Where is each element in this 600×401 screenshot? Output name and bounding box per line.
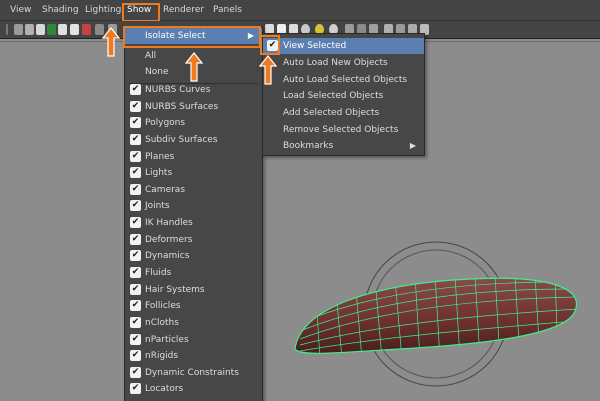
isolate-select-submenu: ✔ View Selected Auto Load New Objects Au… <box>262 33 425 156</box>
show-joints-item[interactable]: ✔ Joints <box>125 198 262 214</box>
checkmark-icon: ✔ <box>130 184 141 195</box>
show-deformers-item[interactable]: ✔ Deformers <box>125 232 262 248</box>
remove-selected-objects-item[interactable]: Remove Selected Objects <box>263 122 424 138</box>
pointer-arrow-icon <box>102 27 120 57</box>
show-hair-systems-item[interactable]: ✔ Hair Systems <box>125 282 262 298</box>
select-camera-icon[interactable] <box>14 24 23 35</box>
checkmark-icon: ✔ <box>130 167 141 178</box>
show-ncloths-item[interactable]: ✔ nCloths <box>125 315 262 331</box>
show-fluids-item[interactable]: ✔ Fluids <box>125 265 262 281</box>
view-selected-item[interactable]: ✔ View Selected <box>263 38 424 54</box>
menu-panels[interactable]: Panels <box>213 5 242 15</box>
show-menu-dropdown: Isolate Select ▶ All None ✔ NURBS Curves … <box>124 26 263 401</box>
checkmark-icon: ✔ <box>130 117 141 128</box>
auto-load-new-objects-item[interactable]: Auto Load New Objects <box>263 55 424 71</box>
checkmark-icon: ✔ <box>130 200 141 211</box>
checkmark-icon: ✔ <box>130 234 141 245</box>
checkmark-icon: ✔ <box>130 217 141 228</box>
bookmark-icon[interactable] <box>36 24 45 35</box>
checkmark-icon: ✔ <box>130 84 141 95</box>
checkmark-icon: ✔ <box>130 300 141 311</box>
show-dynamic-constraints-item[interactable]: ✔ Dynamic Constraints <box>125 365 262 381</box>
submenu-arrow-icon: ▶ <box>409 141 416 150</box>
checkmark-icon: ✔ <box>130 317 141 328</box>
show-ik-handles-item[interactable]: ✔ IK Handles <box>125 215 262 231</box>
checkmark-icon: ✔ <box>130 151 141 162</box>
checkmark-icon: ✔ <box>130 367 141 378</box>
show-nrigids-item[interactable]: ✔ nRigids <box>125 348 262 364</box>
image-plane-icon[interactable] <box>47 24 56 35</box>
load-selected-objects-item[interactable]: Load Selected Objects <box>263 88 424 104</box>
toolbar-grip-icon <box>6 24 8 35</box>
menu-shading[interactable]: Shading <box>42 5 79 15</box>
menu-show[interactable]: Show <box>127 5 151 15</box>
show-cameras-item[interactable]: ✔ Cameras <box>125 182 262 198</box>
show-planes-item[interactable]: ✔ Planes <box>125 149 262 165</box>
bookmarks-item[interactable]: Bookmarks ▶ <box>263 138 424 154</box>
viewport-menubar: View Shading Lighting Show Renderer Pane… <box>0 0 600 21</box>
checkmark-icon: ✔ <box>130 334 141 345</box>
checkmark-icon: ✔ <box>130 267 141 278</box>
resolution-gate-icon[interactable] <box>82 24 91 35</box>
checkmark-icon: ✔ <box>130 101 141 112</box>
auto-load-selected-objects-item[interactable]: Auto Load Selected Objects <box>263 72 424 88</box>
checkmark-icon: ✔ <box>130 350 141 361</box>
film-gate-icon[interactable] <box>70 24 79 35</box>
show-dynamics-item[interactable]: ✔ Dynamics <box>125 248 262 264</box>
checkmark-icon: ✔ <box>130 134 141 145</box>
show-follicles-item[interactable]: ✔ Follicles <box>125 298 262 314</box>
isolate-select-item[interactable]: Isolate Select ▶ <box>125 28 262 44</box>
checkmark-icon: ✔ <box>130 383 141 394</box>
menu-renderer[interactable]: Renderer <box>163 5 204 15</box>
show-subdiv-surfaces-item[interactable]: ✔ Subdiv Surfaces <box>125 132 262 148</box>
checkmark-icon: ✔ <box>130 284 141 295</box>
submenu-arrow-icon: ▶ <box>247 31 254 40</box>
show-locators-item[interactable]: ✔ Locators <box>125 381 262 397</box>
menu-view[interactable]: View <box>10 5 31 15</box>
checkmark-icon: ✔ <box>267 40 278 51</box>
show-nurbs-curves-item[interactable]: ✔ NURBS Curves <box>125 82 262 98</box>
show-polygons-item[interactable]: ✔ Polygons <box>125 115 262 131</box>
show-lights-item[interactable]: ✔ Lights <box>125 165 262 181</box>
pointer-arrow-icon <box>185 52 203 82</box>
show-nparticles-item[interactable]: ✔ nParticles <box>125 332 262 348</box>
checkmark-icon: ✔ <box>130 250 141 261</box>
add-selected-objects-item[interactable]: Add Selected Objects <box>263 105 424 121</box>
menu-lighting[interactable]: Lighting <box>85 5 121 15</box>
pointer-arrow-icon <box>259 55 277 85</box>
show-nurbs-surfaces-item[interactable]: ✔ NURBS Surfaces <box>125 99 262 115</box>
camera-attributes-icon[interactable] <box>25 24 34 35</box>
grid-icon[interactable] <box>58 24 67 35</box>
